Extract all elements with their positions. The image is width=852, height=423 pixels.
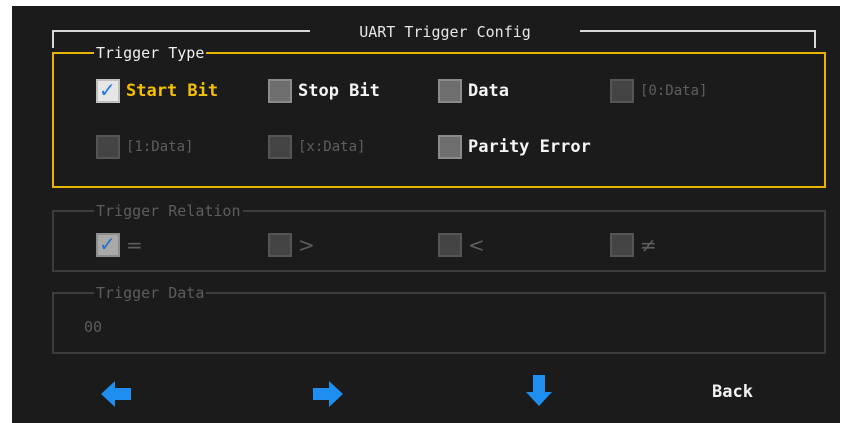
checkbox-disabled-icon xyxy=(268,135,292,159)
checkbox-disabled-icon xyxy=(268,233,292,257)
checkbox-disabled-icon xyxy=(610,79,634,103)
relation-less: < xyxy=(438,232,485,258)
trigger-type-label: Trigger Type xyxy=(94,43,207,63)
trigger-data-group: Trigger Data xyxy=(52,283,826,354)
option-label: [x:Data] xyxy=(298,139,366,155)
option-label: [0:Data] xyxy=(640,83,708,99)
checkbox-icon[interactable] xyxy=(268,79,292,103)
checkbox-icon[interactable] xyxy=(438,79,462,103)
checkbox-checked-icon: ✓ xyxy=(96,232,120,257)
option-label: Parity Error xyxy=(468,137,591,157)
back-button[interactable]: Back xyxy=(712,382,753,402)
arrow-down-icon xyxy=(526,375,552,406)
checkbox-disabled-icon xyxy=(438,233,462,257)
option-label: [1:Data] xyxy=(126,139,194,155)
checkbox-disabled-icon xyxy=(96,135,120,159)
trigger-relation-label: Trigger Relation xyxy=(94,201,243,221)
arrow-left-icon xyxy=(101,381,131,407)
option-0-data: [0:Data] xyxy=(610,78,707,104)
trigger-data-value: 00 xyxy=(84,318,103,336)
checkbox-disabled-icon xyxy=(610,233,634,257)
page-title: UART Trigger Config xyxy=(310,20,580,44)
option-label: = xyxy=(126,233,143,257)
option-1-data: [1:Data] xyxy=(96,134,193,160)
checkbox-checked-icon[interactable]: ✓ xyxy=(96,78,120,103)
option-data[interactable]: Data xyxy=(438,78,509,104)
relation-greater: > xyxy=(268,232,315,258)
option-label: Start Bit xyxy=(126,81,219,101)
arrow-left-button[interactable] xyxy=(100,378,134,410)
option-label: ≠ xyxy=(640,233,657,257)
relation-equal: ✓ = xyxy=(96,232,143,258)
option-parity-error[interactable]: Parity Error xyxy=(438,134,591,160)
arrow-right-icon xyxy=(313,381,343,407)
option-label: Stop Bit xyxy=(298,81,380,101)
option-label: < xyxy=(468,233,485,257)
screen: UART Trigger Config Trigger Type ✓ Start… xyxy=(0,0,852,423)
arrow-right-button[interactable] xyxy=(310,378,344,410)
option-start-bit[interactable]: ✓ Start Bit xyxy=(96,78,218,104)
relation-not-equal: ≠ xyxy=(610,232,657,258)
trigger-data-label: Trigger Data xyxy=(94,283,207,303)
option-x-data: [x:Data] xyxy=(268,134,365,160)
option-label: Data xyxy=(468,81,509,101)
option-stop-bit[interactable]: Stop Bit xyxy=(268,78,380,104)
checkbox-icon[interactable] xyxy=(438,135,462,159)
option-label: > xyxy=(298,233,315,257)
arrow-down-button[interactable] xyxy=(522,374,556,406)
trigger-type-group: Trigger Type xyxy=(52,43,826,188)
